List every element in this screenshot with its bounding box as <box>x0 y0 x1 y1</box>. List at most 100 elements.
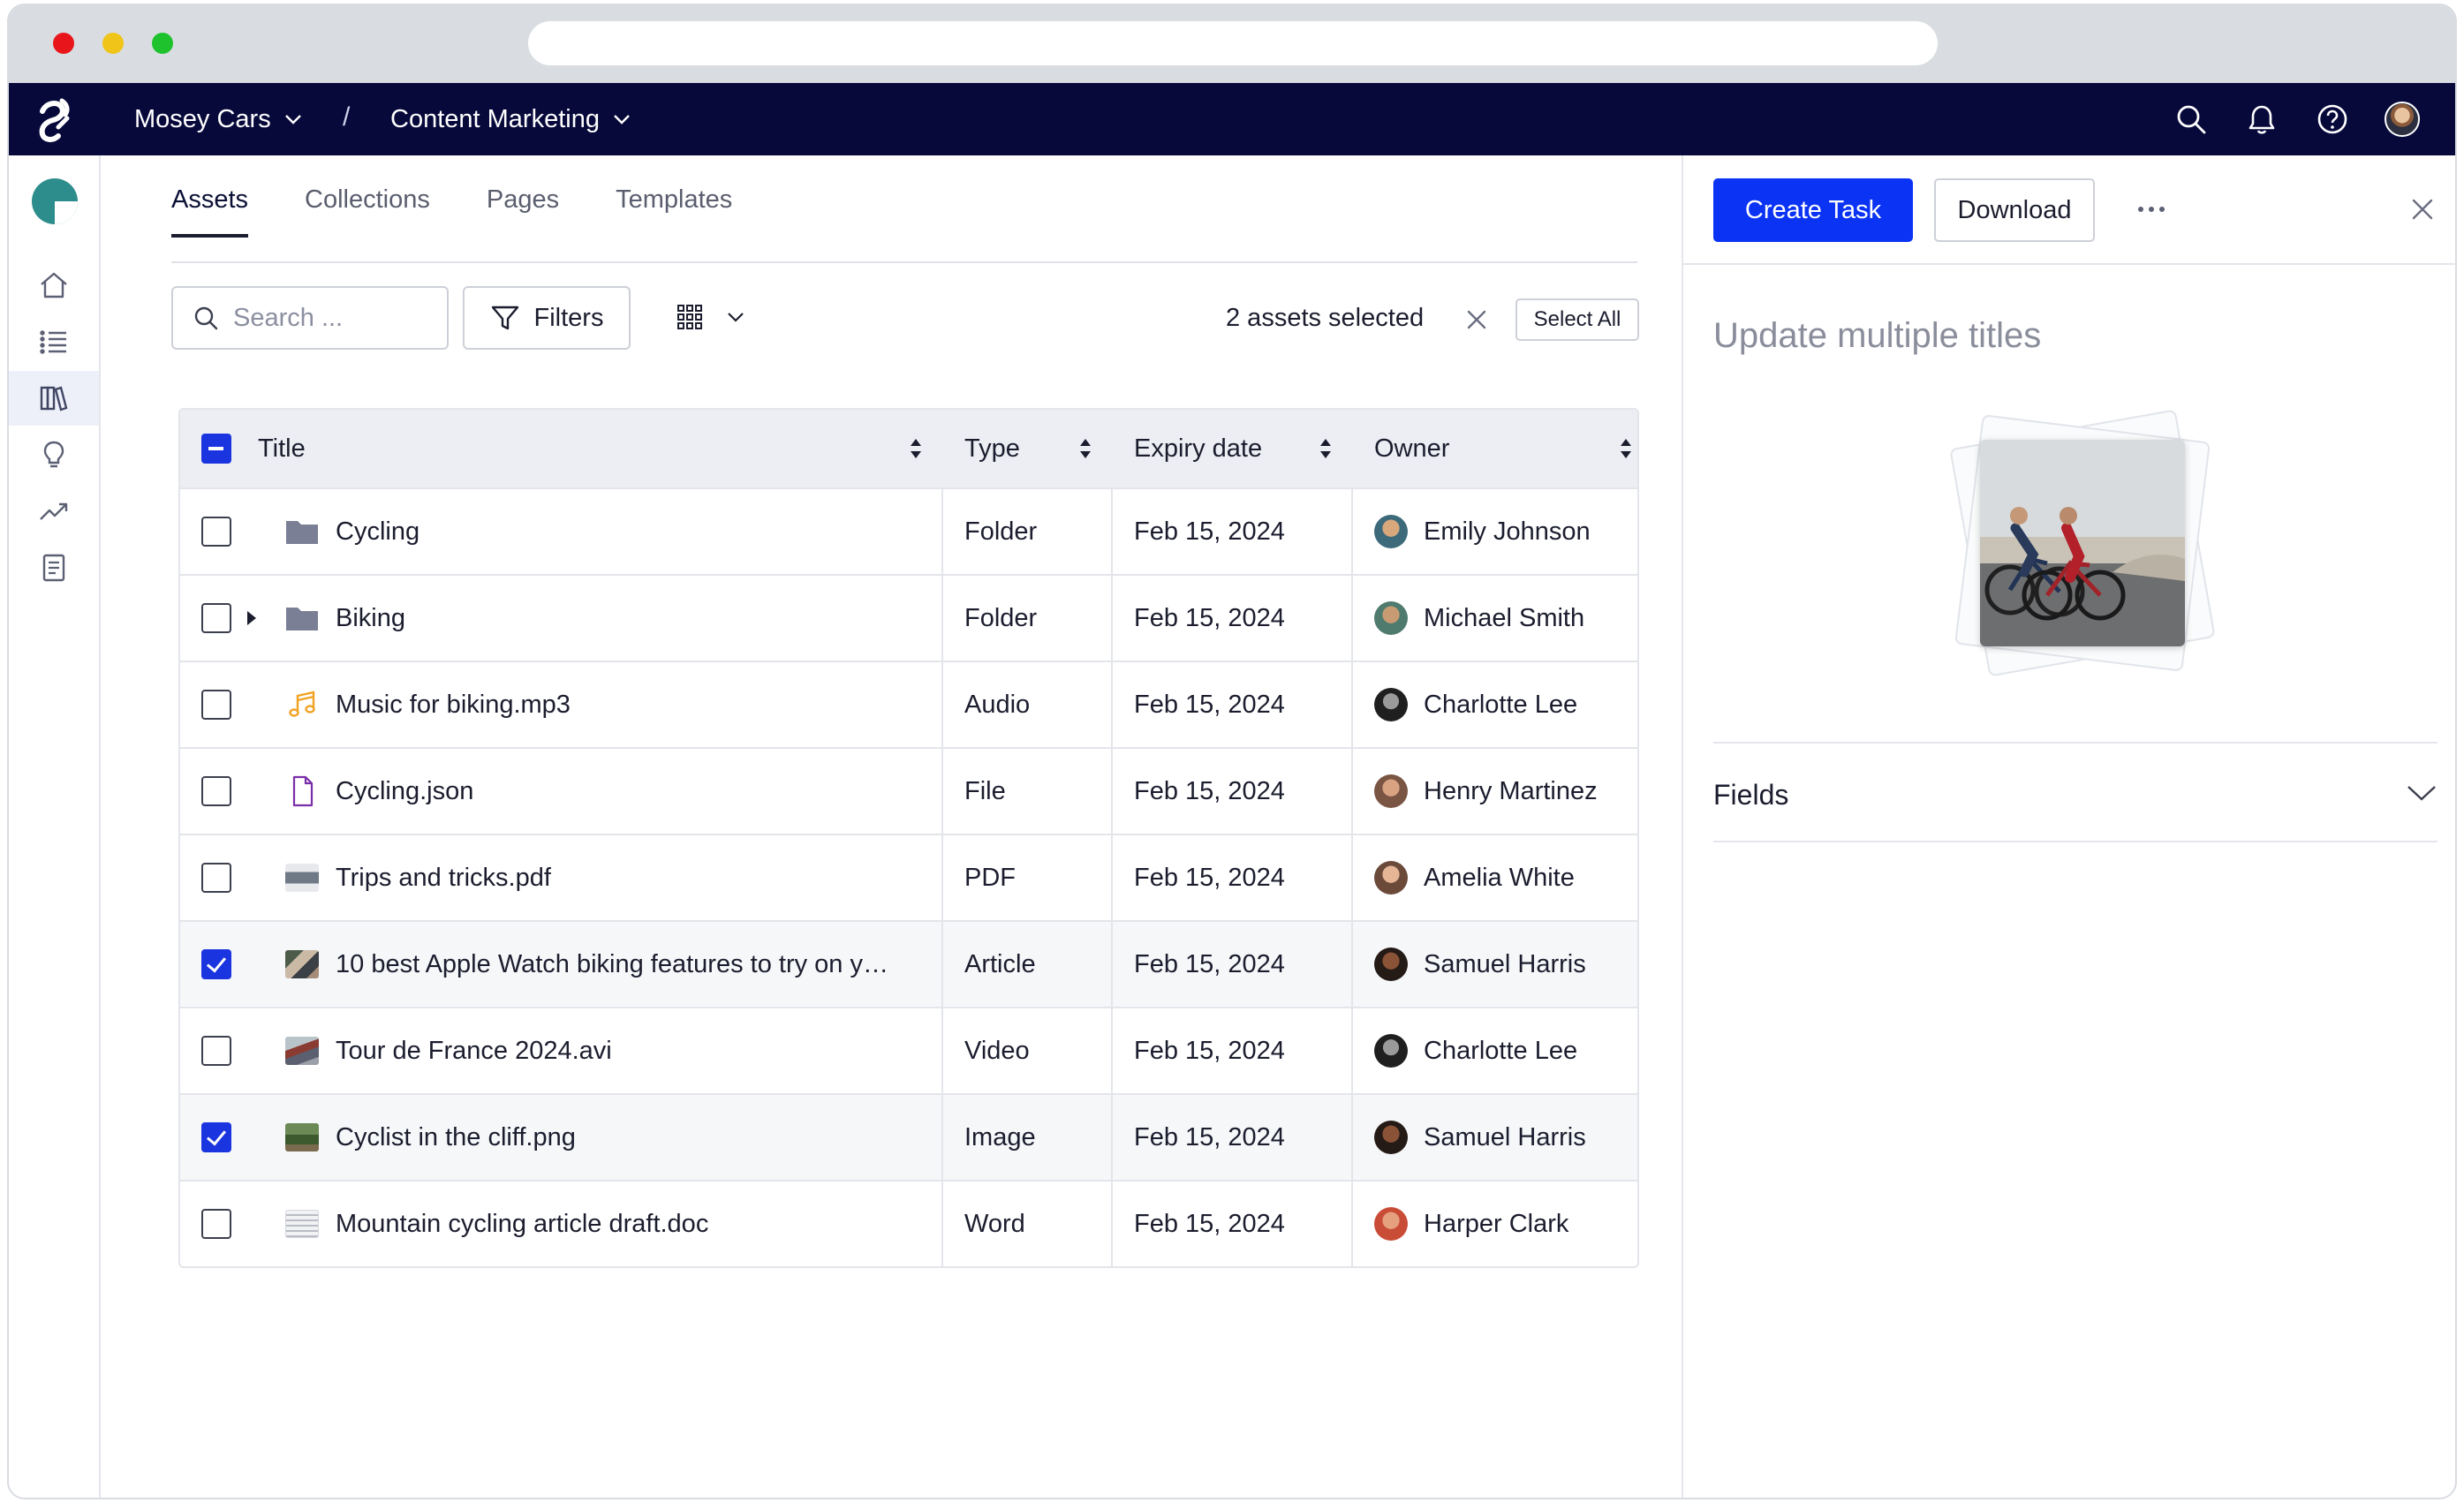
row-checkbox[interactable] <box>201 603 231 633</box>
sidebar-item-list[interactable] <box>9 314 99 369</box>
preview-image <box>1980 440 2185 646</box>
search-icon <box>194 306 218 330</box>
asset-type: Article <box>943 922 1113 1007</box>
minimize-window-dot[interactable] <box>102 33 124 54</box>
table-row[interactable]: Trips and tricks.pdf PDF Feb 15, 2024 Am… <box>180 834 1637 920</box>
tab-templates[interactable]: Templates <box>616 185 732 238</box>
create-task-button[interactable]: Create Task <box>1713 178 1913 242</box>
tab-assets[interactable]: Assets <box>171 185 249 238</box>
workspace-logo-icon[interactable] <box>32 178 78 224</box>
project-name: Content Marketing <box>390 104 600 133</box>
download-button[interactable]: Download <box>1934 178 2095 242</box>
sort-icon[interactable] <box>1077 436 1093 461</box>
sort-icon[interactable] <box>1618 436 1634 461</box>
help-icon[interactable] <box>2316 102 2349 136</box>
search-input[interactable]: Search ... <box>171 286 449 350</box>
header-owner: Owner <box>1374 434 1450 463</box>
sidebar-item-documents[interactable] <box>9 540 99 595</box>
chevron-down-icon <box>728 313 744 322</box>
maximize-window-dot[interactable] <box>152 33 173 54</box>
select-all-button[interactable]: Select All <box>1515 298 1639 341</box>
sidebar-item-library[interactable] <box>9 371 99 426</box>
bell-icon[interactable] <box>2245 102 2279 136</box>
sidebar-item-home[interactable] <box>9 258 99 313</box>
asset-title: Cycling.json <box>336 776 474 805</box>
row-checkbox[interactable] <box>201 517 231 547</box>
table-row[interactable]: Mountain cycling article draft.doc Word … <box>180 1180 1637 1266</box>
owner-name: Emily Johnson <box>1424 517 1591 546</box>
filters-button[interactable]: Filters <box>463 286 631 350</box>
row-checkbox[interactable] <box>201 949 231 979</box>
row-checkbox[interactable] <box>201 1036 231 1066</box>
owner-avatar <box>1374 515 1408 548</box>
close-icon[interactable] <box>2411 198 2434 221</box>
view-mode-selector[interactable] <box>675 302 745 332</box>
table-row[interactable]: Cyclist in the cliff.png Image Feb 15, 2… <box>180 1093 1637 1180</box>
row-checkbox[interactable] <box>201 1209 231 1239</box>
tab-collections[interactable]: Collections <box>305 185 430 238</box>
chevron-down-icon[interactable] <box>2406 782 2438 804</box>
asset-title: 10 best Apple Watch biking features to t… <box>336 949 888 978</box>
music-note-icon <box>284 689 320 721</box>
owner-name: Henry Martinez <box>1424 776 1598 805</box>
expand-row-icon[interactable] <box>247 611 256 625</box>
header-type-column[interactable]: Type <box>943 410 1113 487</box>
home-icon <box>41 272 67 298</box>
panel-divider <box>1683 263 2455 265</box>
close-window-dot[interactable] <box>53 33 74 54</box>
table-row[interactable]: Cycling Folder Feb 15, 2024 Emily Johnso… <box>180 487 1637 574</box>
search-icon[interactable] <box>2174 102 2208 136</box>
table-row[interactable]: Biking Folder Feb 15, 2024 Michael Smith <box>180 574 1637 661</box>
table-row[interactable]: Music for biking.mp3 Audio Feb 15, 2024 … <box>180 661 1637 747</box>
row-checkbox[interactable] <box>201 776 231 806</box>
content-tabs: Assets Collections Pages Templates <box>171 185 789 238</box>
table-row[interactable]: Cycling.json File Feb 15, 2024 Henry Mar… <box>180 747 1637 834</box>
asset-expiry: Feb 15, 2024 <box>1113 835 1353 920</box>
row-checkbox[interactable] <box>201 1122 231 1152</box>
sort-icon[interactable] <box>1318 436 1334 461</box>
row-checkbox[interactable] <box>201 863 231 893</box>
pdf-thumbnail <box>284 862 320 894</box>
browser-window: Mosey Cars / Content Marketing Assets Co… <box>7 4 2457 1499</box>
table-row[interactable]: 10 best Apple Watch biking features to t… <box>180 920 1637 1007</box>
browser-chrome <box>9 5 2455 83</box>
fields-divider-bottom <box>1713 841 2438 842</box>
project-selector[interactable]: Content Marketing <box>390 83 631 155</box>
filter-icon <box>491 306 518 330</box>
asset-expiry: Feb 15, 2024 <box>1113 922 1353 1007</box>
clear-selection-icon[interactable] <box>1464 307 1489 332</box>
owner-avatar <box>1374 861 1408 895</box>
owner-name: Samuel Harris <box>1424 949 1586 978</box>
sidebar-item-ideas[interactable] <box>9 427 99 482</box>
asset-expiry: Feb 15, 2024 <box>1113 576 1353 661</box>
address-bar[interactable] <box>528 21 1938 65</box>
asset-expiry: Feb 15, 2024 <box>1113 1182 1353 1266</box>
header-title-column[interactable]: Title <box>180 410 943 487</box>
owner-avatar <box>1374 1034 1408 1068</box>
owner-name: Amelia White <box>1424 863 1575 892</box>
sort-icon[interactable] <box>908 436 924 461</box>
tabs-divider <box>171 261 1637 263</box>
asset-type: Folder <box>943 576 1113 661</box>
header-expiry-column[interactable]: Expiry date <box>1113 410 1353 487</box>
list-icon <box>40 330 66 354</box>
select-all-checkbox[interactable] <box>201 434 231 464</box>
app-logo-icon[interactable] <box>26 92 83 148</box>
table-row[interactable]: Tour de France 2024.avi Video Feb 15, 20… <box>180 1007 1637 1093</box>
tab-pages[interactable]: Pages <box>487 185 559 238</box>
fields-section-title[interactable]: Fields <box>1713 779 1788 812</box>
row-checkbox[interactable] <box>201 690 231 720</box>
asset-type: Image <box>943 1095 1113 1180</box>
filters-label: Filters <box>533 303 604 332</box>
more-options-icon[interactable] <box>2134 198 2169 221</box>
asset-type: PDF <box>943 835 1113 920</box>
user-avatar[interactable] <box>2385 102 2420 137</box>
header-owner-column[interactable]: Owner <box>1353 410 1637 487</box>
workspace-selector[interactable]: Mosey Cars <box>134 83 303 155</box>
sidebar-item-analytics[interactable] <box>9 484 99 539</box>
article-thumbnail <box>284 948 320 980</box>
chevron-down-icon <box>284 115 301 125</box>
asset-title: Cyclist in the cliff.png <box>336 1122 576 1151</box>
owner-avatar <box>1374 688 1408 721</box>
selected-assets-preview <box>1941 409 2224 683</box>
